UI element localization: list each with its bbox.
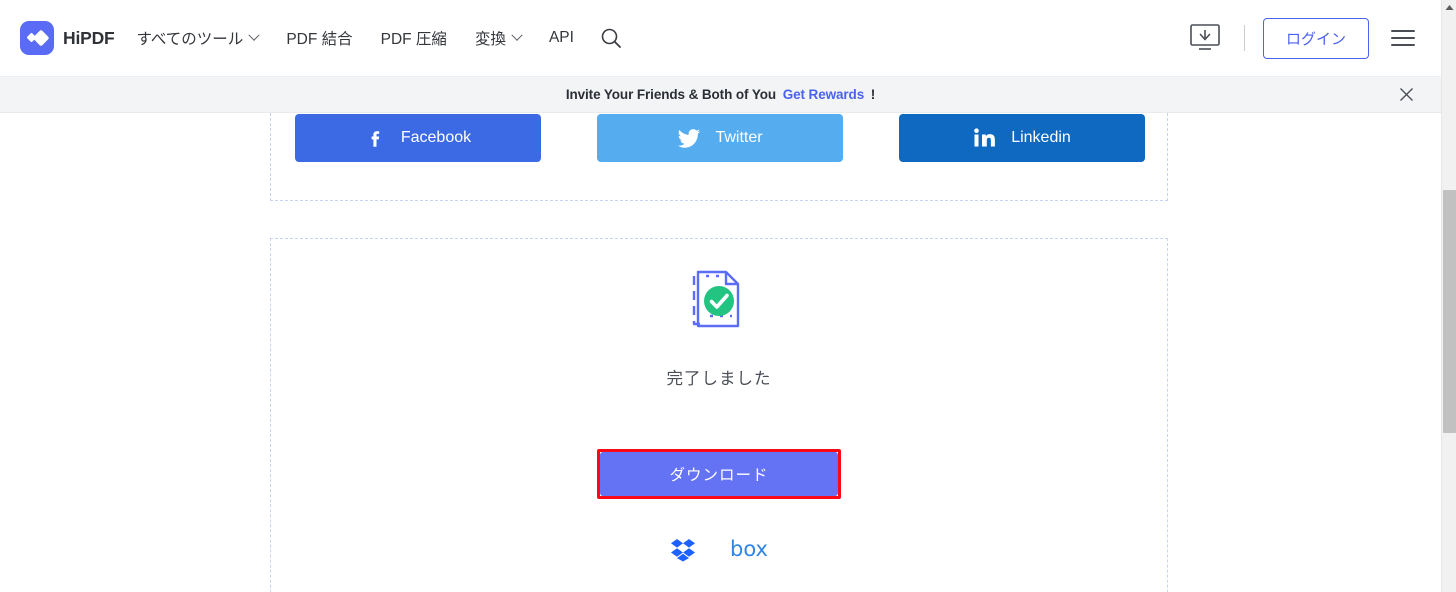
scroll-up-arrow-icon[interactable]	[1442, 0, 1456, 15]
get-rewards-link[interactable]: Get Rewards	[783, 87, 865, 102]
referral-banner-text: Invite Your Friends & Both of You Get Re…	[566, 87, 875, 102]
hipdf-logo[interactable]: HiPDF	[20, 21, 115, 55]
nav-item-compress-pdf[interactable]: PDF 圧縮	[381, 21, 447, 55]
site-header: HiPDF すべてのツール PDF 結合 PDF 圧縮 変換 API ログイン	[0, 0, 1441, 77]
hamburger-menu-icon[interactable]	[1391, 30, 1415, 46]
dropbox-icon[interactable]	[670, 536, 696, 562]
share-facebook-label: Facebook	[400, 129, 472, 146]
nav-item-compress-pdf-label: PDF 圧縮	[380, 31, 447, 48]
nav-item-convert[interactable]: 変換	[474, 21, 523, 55]
hipdf-logo-icon	[20, 21, 54, 55]
linkedin-icon	[973, 127, 997, 149]
nav-item-merge-pdf[interactable]: PDF 結合	[286, 21, 352, 55]
nav-item-all-tools[interactable]: すべてのツール	[136, 21, 260, 55]
share-card: Facebook Twitter Linkedin	[270, 113, 1168, 201]
browser-viewport: HiPDF すべてのツール PDF 結合 PDF 圧縮 変換 API ログイン …	[0, 0, 1456, 592]
login-button[interactable]: ログイン	[1262, 17, 1369, 59]
header-divider	[1243, 25, 1245, 51]
nav-item-api-label: API	[548, 29, 574, 46]
desktop-download-icon[interactable]	[1184, 19, 1226, 57]
box-icon[interactable]: box	[730, 537, 768, 561]
chevron-down-icon	[248, 29, 260, 41]
nav-item-all-tools-label: すべてのツール	[136, 31, 244, 48]
share-linkedin-label: Linkedin	[1011, 129, 1071, 146]
scrollbar-thumb[interactable]	[1443, 190, 1456, 433]
hipdf-logo-text: HiPDF	[63, 27, 115, 48]
cloud-save-options: box	[670, 536, 768, 562]
social-share-buttons: Facebook Twitter Linkedin	[295, 114, 1145, 162]
share-twitter-button[interactable]: Twitter	[597, 114, 843, 162]
result-card: 完了しました ダウンロード box	[270, 238, 1168, 592]
content-column: Facebook Twitter Linkedin 完了しました ダウンロード …	[207, 113, 1231, 592]
download-button[interactable]: ダウンロード	[600, 452, 838, 496]
result-card-content: 完了しました ダウンロード box	[271, 239, 1167, 562]
close-icon[interactable]	[1397, 86, 1415, 104]
share-facebook-button[interactable]: Facebook	[295, 114, 541, 162]
share-twitter-label: Twitter	[715, 129, 763, 146]
page-content: Facebook Twitter Linkedin 完了しました ダウンロード …	[0, 113, 1441, 592]
nav-item-merge-pdf-label: PDF 結合	[286, 31, 353, 48]
box-logo-text: box	[730, 537, 768, 561]
vertical-scrollbar[interactable]	[1441, 0, 1456, 592]
referral-banner-text-after: !	[870, 87, 876, 102]
main-navigation: すべてのツール PDF 結合 PDF 圧縮 変換 API	[137, 21, 626, 55]
referral-banner: Invite Your Friends & Both of You Get Re…	[0, 77, 1441, 113]
chevron-down-icon	[511, 29, 523, 41]
twitter-icon	[677, 127, 701, 149]
referral-banner-text-before: Invite Your Friends & Both of You	[565, 87, 777, 102]
nav-item-convert-label: 変換	[474, 31, 506, 48]
header-actions: ログイン	[1184, 17, 1415, 59]
nav-item-api[interactable]: API	[549, 23, 574, 53]
share-linkedin-button[interactable]: Linkedin	[899, 114, 1145, 162]
status-text: 完了しました	[666, 370, 772, 388]
download-button-highlight: ダウンロード	[597, 449, 841, 499]
search-icon[interactable]	[596, 23, 626, 53]
facebook-icon	[365, 127, 387, 149]
document-success-icon	[688, 264, 750, 339]
